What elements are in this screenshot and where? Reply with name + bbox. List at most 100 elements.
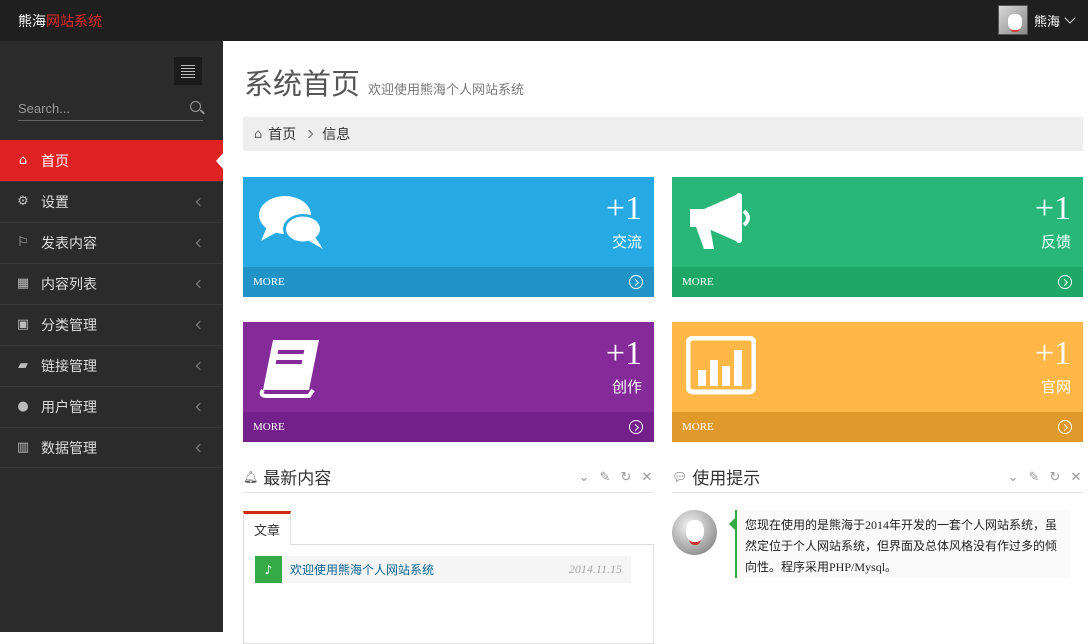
sidebar-item-label: 发表内容 bbox=[41, 236, 97, 252]
sidebar-toggle-button[interactable] bbox=[174, 57, 202, 85]
comment-icon: 💬︎ bbox=[672, 469, 688, 484]
tips-panel-header: 💬︎ 使用提示 ⌄ ✎ ↻ ✕ bbox=[672, 461, 1083, 493]
sidebar-item-label: 分类管理 bbox=[41, 318, 97, 334]
bell-icon: 🔔︎ bbox=[243, 469, 259, 484]
home-icon: ⌂ bbox=[254, 126, 263, 142]
panel-tools: ⌄ ✎ ↻ ✕ bbox=[1006, 470, 1083, 485]
folder-open-icon: ▰ bbox=[18, 358, 28, 373]
stat-tile-official-site[interactable]: +1 官网 MORE bbox=[672, 322, 1083, 442]
top-navbar: 熊海网站系统 熊海 bbox=[0, 0, 1088, 41]
page-title: 系统首页 bbox=[244, 67, 361, 101]
sidebar-item-data[interactable]: ▥ 数据管理 bbox=[0, 427, 223, 468]
sidebar-item-links[interactable]: ▰ 链接管理 bbox=[0, 345, 223, 386]
tile-count: +1 bbox=[605, 335, 642, 372]
stat-tile-feedback[interactable]: +1 反馈 MORE bbox=[672, 177, 1083, 297]
search-input[interactable] bbox=[18, 97, 178, 119]
page-subtitle: 欢迎使用熊海个人网站系统 bbox=[368, 83, 525, 98]
list-item-date: 2014.11.15 bbox=[568, 562, 622, 576]
tip-message: 您现在使用的是熊海于2014年开发的一套个人网站系统，虽然定位于个人网站系统，但… bbox=[729, 510, 1070, 578]
cogs-icon: ⚙ bbox=[17, 194, 29, 209]
sidebar-item-content-list[interactable]: ▦ 内容列表 bbox=[0, 263, 223, 304]
circle-arrow-right-icon bbox=[1058, 420, 1072, 434]
sidebar-item-label: 用户管理 bbox=[41, 400, 97, 416]
sidebar-item-label: 首页 bbox=[41, 153, 69, 170]
tile-count: +1 bbox=[1034, 190, 1071, 227]
sidebar-item-label: 数据管理 bbox=[41, 440, 97, 457]
user-icon: ● bbox=[17, 399, 29, 414]
tile-count: +1 bbox=[1034, 335, 1071, 372]
wrench-icon[interactable]: ✎ bbox=[1027, 470, 1041, 485]
brand-logo[interactable]: 熊海网站系统 bbox=[18, 11, 102, 31]
tile-label: 官网 bbox=[1040, 378, 1071, 396]
close-icon[interactable]: ✕ bbox=[640, 470, 654, 485]
more-label: MORE bbox=[682, 276, 714, 288]
chevron-left-icon bbox=[195, 361, 205, 371]
more-label: MORE bbox=[253, 421, 285, 433]
chevron-left-icon bbox=[195, 402, 205, 412]
circle-arrow-right-icon bbox=[629, 275, 643, 289]
more-label: MORE bbox=[682, 421, 714, 433]
breadcrumb: ⌂ 首页 信息 bbox=[243, 117, 1083, 151]
tile-label: 反馈 bbox=[1040, 233, 1071, 251]
collapse-icon[interactable]: ⌄ bbox=[1006, 470, 1020, 485]
chevron-left-icon bbox=[195, 320, 205, 330]
avatar bbox=[672, 510, 717, 555]
user-name: 熊海 bbox=[1033, 14, 1060, 30]
circle-arrow-right-icon bbox=[629, 420, 643, 434]
main-content: 系统首页 欢迎使用熊海个人网站系统 ⌂ 首页 信息 +1 交流 MORE +1 … bbox=[223, 41, 1088, 644]
table-icon: ▦ bbox=[16, 276, 30, 291]
chevron-left-icon bbox=[195, 197, 205, 207]
gift-icon: ▣ bbox=[16, 317, 30, 332]
list-item-title[interactable]: 欢迎使用熊海个人网站系统 bbox=[290, 561, 434, 578]
sidebar-item-label: 链接管理 bbox=[41, 359, 97, 375]
tab-articles[interactable]: 文章 bbox=[243, 511, 291, 545]
user-menu[interactable]: 熊海 bbox=[997, 4, 1076, 36]
tile-label: 交流 bbox=[611, 233, 642, 251]
sidebar-item-home[interactable]: ⌂ 首页 bbox=[0, 140, 224, 181]
tile-count: +1 bbox=[605, 190, 642, 227]
chevron-left-icon bbox=[195, 443, 205, 453]
stat-tile-creation[interactable]: +1 创作 MORE bbox=[243, 322, 654, 442]
tile-more-link[interactable]: MORE bbox=[243, 267, 654, 297]
bar-chart-icon: ▥ bbox=[16, 439, 30, 455]
panel-title: 使用提示 bbox=[692, 469, 761, 489]
comments-icon bbox=[259, 196, 323, 249]
close-icon[interactable]: ✕ bbox=[1069, 470, 1083, 485]
latest-panel-header: 🔔︎ 最新内容 ⌄ ✎ ↻ ✕ bbox=[243, 461, 654, 493]
brand-name: 熊海 bbox=[18, 14, 46, 30]
list-item[interactable]: ♪ 欢迎使用熊海个人网站系统 2014.11.15 bbox=[255, 556, 631, 583]
tab-content: ♪ 欢迎使用熊海个人网站系统 2014.11.15 bbox=[243, 544, 654, 644]
bar-chart-icon bbox=[686, 336, 756, 395]
refresh-icon[interactable]: ↻ bbox=[619, 470, 633, 485]
page-header: 系统首页 欢迎使用熊海个人网站系统 bbox=[244, 61, 524, 103]
panel-tools: ⌄ ✎ ↻ ✕ bbox=[577, 470, 654, 485]
panel-title: 最新内容 bbox=[263, 469, 332, 489]
sidebar: ⌂ 首页 ⚙ 设置 ⚐ 发表内容 ▦ 内容列表 ▣ 分类管理 ▰ 链接管理 bbox=[0, 41, 224, 632]
brand-highlight: 网站系统 bbox=[46, 14, 102, 30]
collapse-icon[interactable]: ⌄ bbox=[577, 470, 591, 485]
wrench-icon[interactable]: ✎ bbox=[598, 470, 612, 485]
tile-more-link[interactable]: MORE bbox=[672, 267, 1083, 297]
sidebar-item-settings[interactable]: ⚙ 设置 bbox=[0, 181, 223, 222]
search-icon[interactable] bbox=[190, 101, 201, 112]
book-icon bbox=[259, 340, 319, 398]
tile-more-link[interactable]: MORE bbox=[672, 412, 1083, 442]
chevron-left-icon bbox=[195, 279, 205, 289]
user-avatar bbox=[997, 5, 1028, 35]
tile-more-link[interactable]: MORE bbox=[243, 412, 654, 442]
stat-tile-communication[interactable]: +1 交流 MORE bbox=[243, 177, 654, 297]
chevron-right-icon bbox=[305, 129, 314, 139]
bullhorn-icon bbox=[690, 193, 750, 249]
bookmark-icon: ⚐ bbox=[17, 235, 29, 250]
sidebar-item-categories[interactable]: ▣ 分类管理 bbox=[0, 304, 223, 345]
refresh-icon[interactable]: ↻ bbox=[1048, 470, 1062, 485]
chevron-left-icon bbox=[195, 238, 205, 248]
tile-label: 创作 bbox=[611, 378, 642, 396]
breadcrumb-home-link[interactable]: 首页 bbox=[268, 124, 296, 144]
sidebar-search bbox=[18, 97, 203, 121]
sidebar-item-users[interactable]: ● 用户管理 bbox=[0, 386, 223, 427]
breadcrumb-current: 信息 bbox=[322, 127, 351, 143]
sidebar-item-label: 设置 bbox=[41, 195, 69, 211]
bell-icon: ♪ bbox=[255, 556, 282, 583]
sidebar-item-publish[interactable]: ⚐ 发表内容 bbox=[0, 222, 223, 263]
